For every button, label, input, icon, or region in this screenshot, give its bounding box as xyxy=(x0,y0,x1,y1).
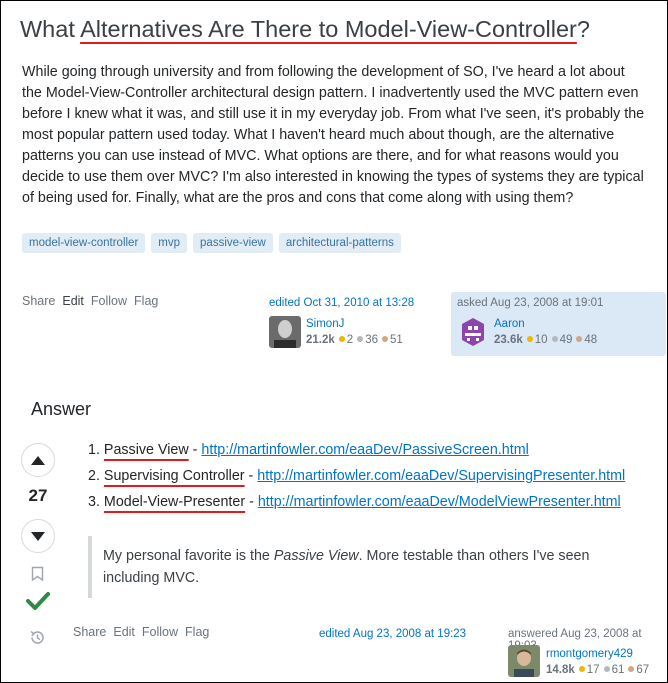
silver-count: 36 xyxy=(365,334,378,346)
supervising-controller-link[interactable]: http://martinfowler.com/eaaDev/Supervisi… xyxy=(257,468,625,484)
bronze-badge-icon xyxy=(381,336,388,342)
asker-reputation: 23.6k 10 49 48 xyxy=(494,334,597,346)
tag-model-view-controller[interactable]: model-view-controller xyxy=(22,233,146,253)
follow-link[interactable]: Follow xyxy=(91,294,127,308)
editor-reputation: 21.2k 2 36 51 xyxy=(306,334,403,346)
quote-text-start: My personal favorite is the xyxy=(103,548,274,564)
timeline-button[interactable] xyxy=(29,629,46,651)
bronze-count: 48 xyxy=(584,334,598,346)
quote-emphasis: Passive View xyxy=(273,548,359,564)
answers-heading: Answer xyxy=(31,399,92,419)
title-end: ? xyxy=(576,16,590,42)
editor-avatar[interactable] xyxy=(269,316,301,348)
question-edited-link[interactable]: edited Oct 31, 2010 at 13:28 xyxy=(269,297,414,309)
gold-count: 2 xyxy=(346,334,354,346)
pattern-name: Passive View xyxy=(103,442,189,458)
gold-badge-icon xyxy=(578,666,585,672)
arrow-up-icon xyxy=(31,455,45,465)
model-view-presenter-link[interactable]: http://martinfowler.com/eaaDev/ModelView… xyxy=(258,494,621,510)
asked-date: asked Aug 23, 2008 at 19:01 xyxy=(457,297,604,309)
vote-count: 27 xyxy=(28,486,48,505)
silver-badge-icon xyxy=(603,666,610,672)
list-number: 3. xyxy=(88,494,100,510)
list-number: 1. xyxy=(88,442,100,458)
question-title[interactable]: What Alternatives Are There to Model-Vie… xyxy=(20,16,590,43)
gold-count: 10 xyxy=(534,334,548,346)
bronze-badge-icon xyxy=(576,336,583,342)
edit-link[interactable]: Edit xyxy=(113,625,135,639)
edit-link[interactable]: Edit xyxy=(62,294,84,308)
silver-badge-icon xyxy=(357,336,364,342)
gold-badge-icon xyxy=(526,336,533,342)
gold-count: 17 xyxy=(586,664,600,676)
pattern-name: Model-View-Presenter xyxy=(103,494,246,510)
share-link[interactable]: Share xyxy=(73,625,106,639)
editor-rep-score: 21.2k xyxy=(306,334,335,346)
question-post-menu: Share Edit Follow Flag xyxy=(22,294,158,308)
bronze-count: 67 xyxy=(636,664,650,676)
answerer-rep-score: 14.8k xyxy=(546,664,575,676)
flag-link[interactable]: Flag xyxy=(185,625,209,639)
history-icon xyxy=(30,630,44,644)
asker-name[interactable]: Aaron xyxy=(494,318,525,330)
arrow-down-icon xyxy=(31,531,45,541)
title-highlight: Alternatives Are There to Model-View-Con… xyxy=(80,16,577,42)
question-body: While going through university and from … xyxy=(22,64,645,206)
bookmark-icon xyxy=(31,566,44,582)
list-number: 2. xyxy=(88,468,100,484)
downvote-button[interactable] xyxy=(21,519,55,553)
answerer-avatar[interactable] xyxy=(508,645,540,677)
asker-avatar[interactable] xyxy=(457,316,489,348)
tag-passive-view[interactable]: passive-view xyxy=(193,233,273,253)
follow-link[interactable]: Follow xyxy=(142,625,178,639)
list-item: 1. Passive View - http://martinfowler.co… xyxy=(88,440,625,466)
upvote-button[interactable] xyxy=(21,443,55,477)
blockquote-text: My personal favorite is the Passive View… xyxy=(103,545,648,589)
list-item: 2. Supervising Controller - http://marti… xyxy=(88,466,625,492)
list-item: 3. Model-View-Presenter - http://martinf… xyxy=(88,492,625,518)
bookmark-button[interactable] xyxy=(31,566,44,587)
silver-badge-icon xyxy=(551,336,558,342)
silver-count: 61 xyxy=(611,664,625,676)
tag-list: model-view-controller mvp passive-view a… xyxy=(22,233,401,253)
passive-view-link[interactable]: http://martinfowler.com/eaaDev/PassiveSc… xyxy=(201,442,528,458)
editor-name[interactable]: SimonJ xyxy=(306,318,344,330)
separator: - xyxy=(188,442,202,458)
bronze-badge-icon xyxy=(628,666,635,672)
answer-edited-link[interactable]: edited Aug 23, 2008 at 19:23 xyxy=(319,628,466,640)
answer-list: 1. Passive View - http://martinfowler.co… xyxy=(88,440,625,518)
answerer-name[interactable]: rmontgomery429 xyxy=(546,648,633,660)
answerer-reputation: 14.8k 17 61 67 xyxy=(546,664,649,676)
gold-badge-icon xyxy=(338,336,345,342)
bronze-count: 51 xyxy=(389,334,403,346)
accepted-answer-check xyxy=(26,591,50,616)
checkmark-icon xyxy=(26,592,50,610)
title-plain: What xyxy=(20,16,81,42)
silver-count: 49 xyxy=(559,334,573,346)
asker-rep-score: 23.6k xyxy=(494,334,523,346)
share-link[interactable]: Share xyxy=(22,294,55,308)
tag-mvp[interactable]: mvp xyxy=(151,233,188,253)
pattern-name: Supervising Controller xyxy=(103,468,245,484)
flag-link[interactable]: Flag xyxy=(134,294,158,308)
separator: - xyxy=(244,468,258,484)
tag-architectural-patterns[interactable]: architectural-patterns xyxy=(278,233,401,253)
separator: - xyxy=(245,494,258,510)
answer-post-menu: Share Edit Follow Flag xyxy=(73,625,209,639)
